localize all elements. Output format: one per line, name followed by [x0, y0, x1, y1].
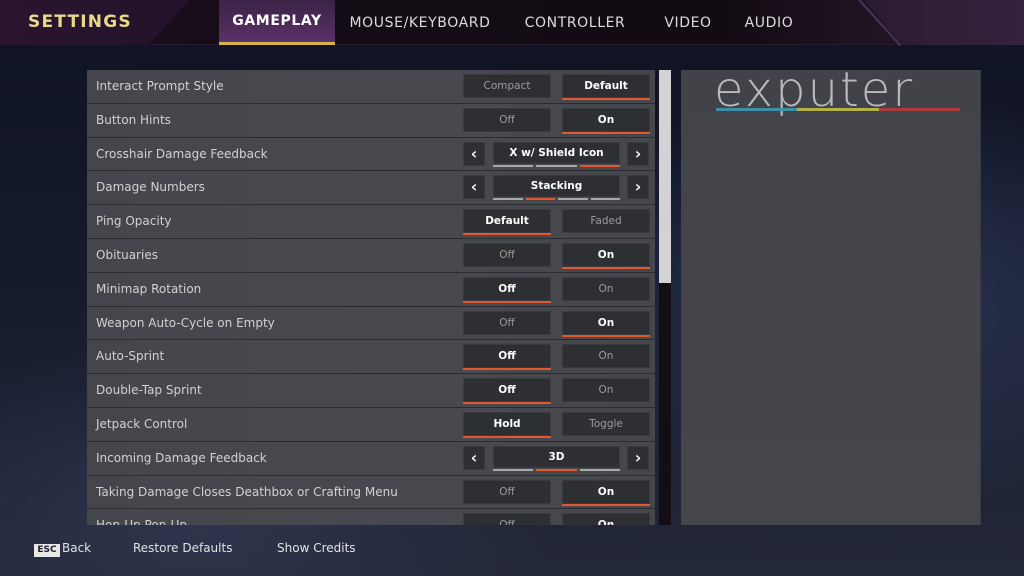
- header-right-plate: [864, 0, 1024, 45]
- option-default-button[interactable]: Default: [463, 209, 551, 236]
- option-indicator: [493, 164, 620, 167]
- option-on-button[interactable]: On: [562, 344, 650, 369]
- cycle-value: 3D: [493, 445, 620, 468]
- show-credits-button[interactable]: Show Credits: [277, 541, 356, 555]
- indicator-segment-active: [536, 468, 577, 471]
- option-faded-button[interactable]: Faded: [562, 209, 650, 234]
- esc-key-icon: ESC: [34, 544, 60, 557]
- option-default-button[interactable]: Default: [562, 74, 650, 100]
- settings-scrollbar[interactable]: [659, 70, 671, 525]
- cycle-value: Stacking: [493, 175, 620, 198]
- tab-bar: GAMEPLAY MOUSE/KEYBOARD CONTROLLER VIDEO…: [219, 0, 803, 45]
- option-toggle-button[interactable]: Toggle: [562, 411, 650, 436]
- setting-label: Minimap Rotation: [96, 281, 202, 296]
- setting-row-ping-opacity: Ping Opacity Default Faded: [87, 205, 655, 239]
- indicator-segment: [558, 198, 588, 201]
- option-on-button[interactable]: On: [562, 479, 650, 506]
- option-off-button[interactable]: Off: [463, 344, 551, 371]
- setting-label: Double-Tap Sprint: [96, 383, 202, 398]
- chevron-right-icon[interactable]: ›: [627, 445, 649, 470]
- restore-defaults-button[interactable]: Restore Defaults: [133, 541, 232, 555]
- option-on-button[interactable]: On: [562, 310, 650, 337]
- indicator-segment: [493, 468, 534, 471]
- option-off-button[interactable]: Off: [463, 242, 551, 267]
- cycle-value: X w/ Shield Icon: [493, 141, 620, 164]
- scrollbar-thumb[interactable]: [659, 70, 671, 283]
- setting-row-jetpack-control: Jetpack Control Hold Toggle: [87, 407, 655, 442]
- option-off-button[interactable]: Off: [463, 513, 551, 525]
- option-on-button[interactable]: On: [562, 107, 650, 134]
- indicator-segment: [493, 164, 534, 167]
- page-title: SETTINGS: [28, 12, 132, 32]
- indicator-segment: [579, 468, 620, 471]
- option-hold-button[interactable]: Hold: [463, 411, 551, 438]
- setting-label: Obituaries: [96, 247, 158, 262]
- footer-bar: ESC Back Restore Defaults Show Credits: [0, 538, 1024, 562]
- chevron-right-icon[interactable]: ›: [627, 175, 649, 200]
- watermark-bar-yellow: [797, 108, 879, 111]
- setting-label: Hop-Up Pop-Up: [96, 509, 187, 525]
- option-compact-button[interactable]: Compact: [463, 74, 551, 98]
- setting-row-damage-numbers: Damage Numbers ‹ Stacking ›: [87, 171, 655, 206]
- indicator-segment-active: [579, 164, 620, 167]
- option-indicator: [493, 468, 620, 471]
- setting-row-interact-prompt-style: Interact Prompt Style Compact Default: [87, 70, 655, 104]
- setting-row-taking-damage-closes-deathbox-or-crafting-menu: Taking Damage Closes Deathbox or Craftin…: [87, 475, 655, 510]
- option-indicator: [493, 198, 620, 201]
- setting-label: Ping Opacity: [96, 214, 172, 229]
- setting-row-minimap-rotation: Minimap Rotation Off On: [87, 272, 655, 307]
- setting-row-auto-sprint: Auto-Sprint Off On: [87, 340, 655, 375]
- indicator-segment: [536, 164, 577, 167]
- option-on-button[interactable]: On: [562, 276, 650, 301]
- option-off-button[interactable]: Off: [463, 479, 551, 504]
- tab-video[interactable]: VIDEO: [649, 0, 727, 45]
- setting-row-weapon-auto-cycle-on-empty: Weapon Auto-Cycle on Empty Off On: [87, 306, 655, 341]
- setting-label: Incoming Damage Feedback: [96, 450, 267, 465]
- indicator-segment-active: [525, 198, 555, 201]
- indicator-segment: [493, 198, 523, 201]
- option-off-button[interactable]: Off: [463, 107, 551, 132]
- setting-label: Auto-Sprint: [96, 349, 165, 364]
- setting-row-double-tap-sprint: Double-Tap Sprint Off On: [87, 374, 655, 408]
- tab-gameplay[interactable]: GAMEPLAY: [219, 0, 335, 45]
- chevron-left-icon[interactable]: ‹: [463, 175, 485, 200]
- watermark-bar-blue: [716, 108, 798, 111]
- setting-row-crosshair-damage-feedback: Crosshair Damage Feedback ‹ X w/ Shield Ic…: [87, 137, 655, 172]
- setting-label: Taking Damage Closes Deathbox or Craftin…: [96, 484, 398, 499]
- setting-label: Jetpack Control: [96, 416, 188, 431]
- setting-row-hop-up-pop-up: Hop-Up Pop-Up Off On: [87, 509, 655, 525]
- option-on-button[interactable]: On: [562, 513, 650, 525]
- setting-label: Interact Prompt Style: [96, 79, 224, 93]
- setting-label: Weapon Auto-Cycle on Empty: [96, 315, 275, 330]
- indicator-segment: [590, 198, 620, 201]
- watermark-bar-red: [878, 108, 960, 111]
- tab-controller[interactable]: CONTROLLER: [513, 0, 637, 45]
- setting-label: Button Hints: [96, 112, 171, 127]
- setting-label: Damage Numbers: [96, 180, 205, 195]
- setting-label: Crosshair Damage Feedback: [96, 146, 268, 161]
- setting-row-obituaries: Obituaries Off On: [87, 238, 655, 273]
- option-on-button[interactable]: On: [562, 242, 650, 269]
- option-on-button[interactable]: On: [562, 378, 650, 403]
- chevron-left-icon[interactable]: ‹: [463, 445, 485, 470]
- chevron-left-icon[interactable]: ‹: [463, 141, 485, 166]
- back-button[interactable]: Back: [62, 541, 91, 555]
- watermark-underline: [716, 108, 960, 111]
- option-off-button[interactable]: Off: [463, 276, 551, 303]
- option-off-button[interactable]: Off: [463, 378, 551, 405]
- setting-row-incoming-damage-feedback: Incoming Damage Feedback ‹ 3D ›: [87, 441, 655, 476]
- tab-audio[interactable]: AUDIO: [735, 0, 803, 45]
- settings-list: Interact Prompt Style Compact Default Butto…: [87, 70, 655, 525]
- chevron-right-icon[interactable]: ›: [627, 141, 649, 166]
- description-panel: [681, 70, 981, 525]
- setting-row-button-hints: Button Hints Off On: [87, 103, 655, 138]
- tab-mouse-keyboard[interactable]: MOUSE/KEYBOARD: [341, 0, 499, 45]
- header-bar: SETTINGS GAMEPLAY MOUSE/KEYBOARD CONTROL…: [0, 0, 1024, 47]
- option-off-button[interactable]: Off: [463, 310, 551, 335]
